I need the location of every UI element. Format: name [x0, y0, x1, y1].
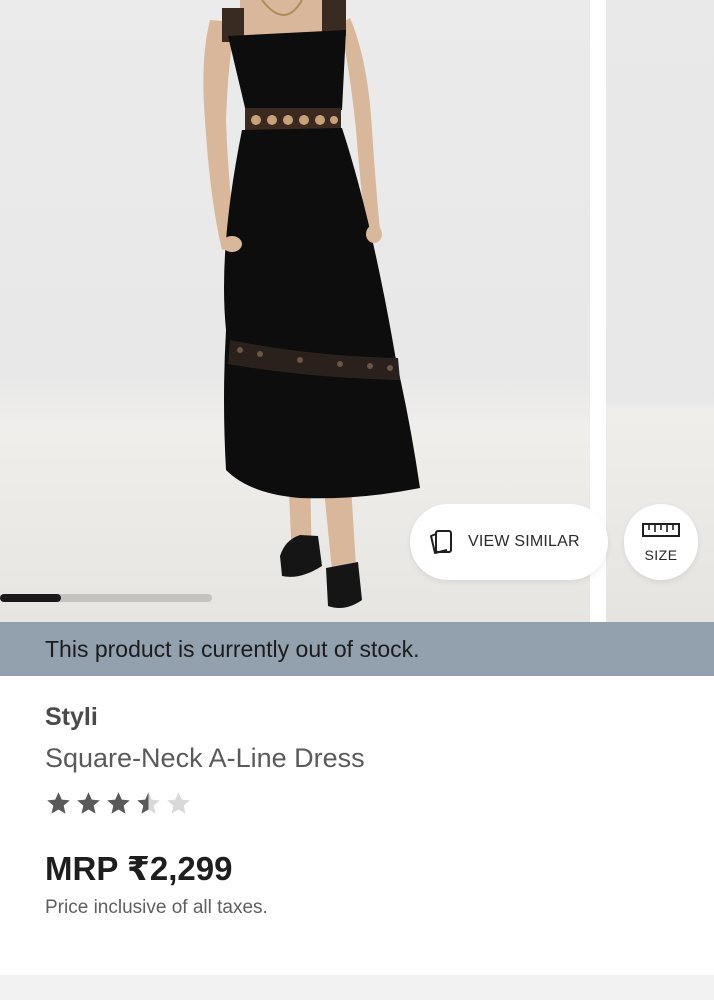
star-icon	[77, 792, 100, 814]
out-of-stock-banner: This product is currently out of stock.	[0, 622, 714, 676]
view-similar-button[interactable]: VIEW SIMILAR	[410, 504, 608, 580]
size-label: SIZE	[644, 546, 678, 563]
cards-icon	[426, 527, 456, 557]
image-carousel-progress	[0, 594, 212, 602]
star-icon	[167, 792, 190, 814]
star-icon	[47, 792, 70, 814]
product-image-gallery[interactable]: VIEW SIMILAR SIZE	[0, 0, 714, 622]
image-carousel-progress-fill	[0, 594, 62, 602]
tax-note: Price inclusive of all taxes.	[45, 897, 268, 918]
out-of-stock-text: This product is currently out of stock.	[45, 635, 420, 662]
size-chart-button[interactable]: SIZE	[624, 504, 698, 580]
view-similar-label: VIEW SIMILAR	[468, 533, 580, 550]
ruler-icon	[642, 522, 680, 543]
brand-name[interactable]: Styli	[45, 703, 98, 732]
product-title: Square-Neck A-Line Dress	[45, 743, 365, 773]
rating-stars[interactable]	[45, 790, 192, 817]
section-divider	[0, 975, 714, 1000]
product-price: MRP ₹2,299	[45, 850, 233, 887]
star-icon	[107, 792, 130, 814]
star-icon	[137, 792, 160, 814]
